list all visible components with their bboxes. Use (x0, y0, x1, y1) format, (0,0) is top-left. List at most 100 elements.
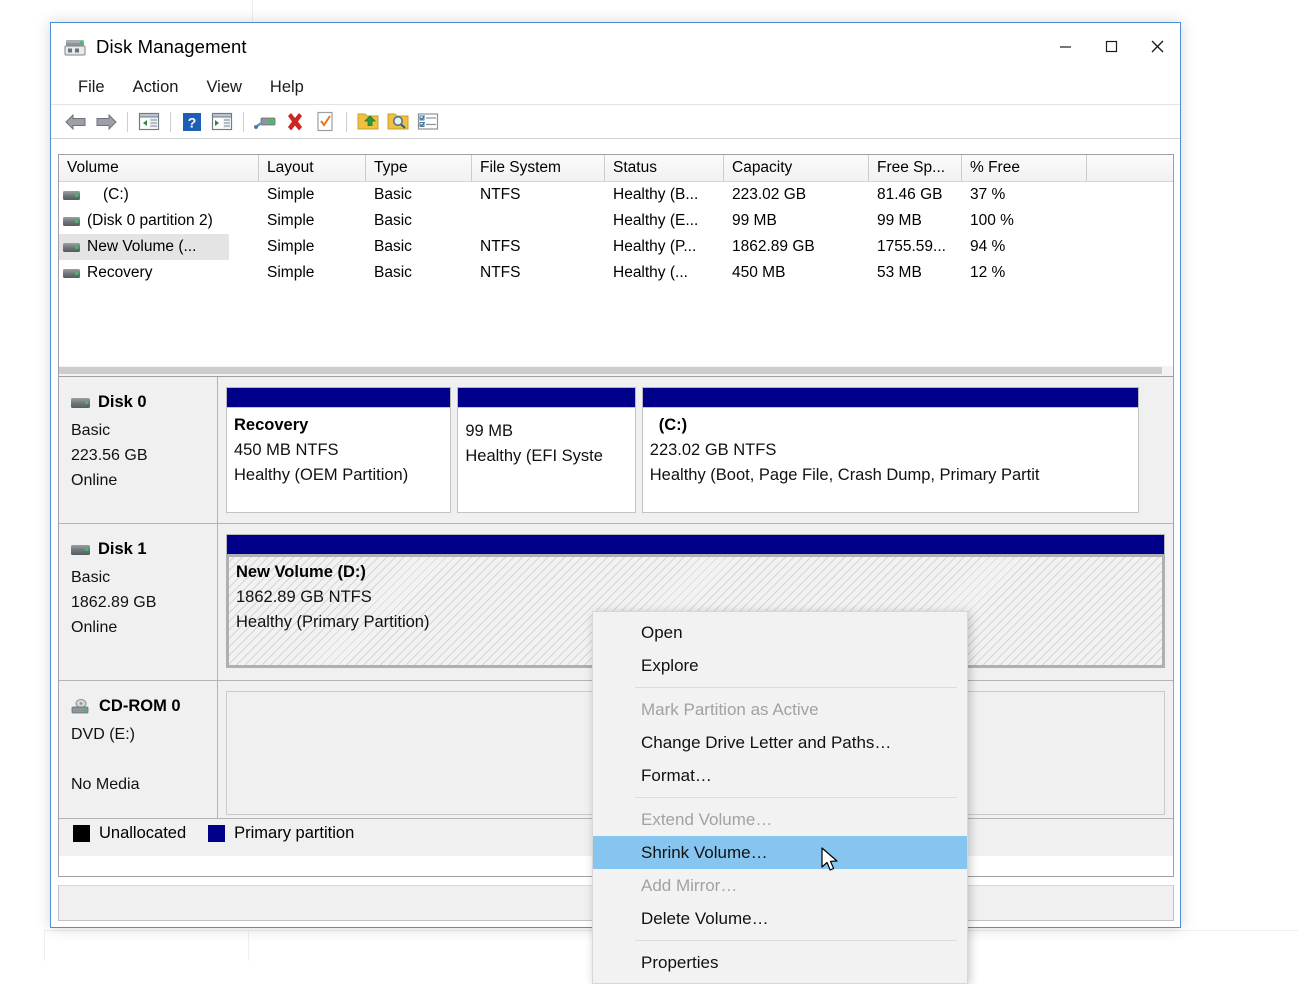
cell-volume: (C:) (59, 182, 259, 208)
cell-volume: (Disk 0 partition 2) (59, 208, 259, 234)
minimize-button[interactable] (1042, 23, 1088, 70)
window-controls (1042, 23, 1180, 70)
column-header-volume[interactable]: Volume (59, 155, 259, 181)
menu-bar: File Action View Help (51, 71, 1180, 105)
column-header-type[interactable]: Type (366, 155, 472, 181)
cell-volume-label: (Disk 0 partition 2) (87, 212, 213, 230)
column-header-free-space[interactable]: Free Sp... (869, 155, 962, 181)
menu-help[interactable]: Help (257, 76, 317, 100)
checklist-icon[interactable] (413, 109, 443, 135)
column-header-blank[interactable] (1087, 155, 1173, 181)
cell-free-space: 81.46 GB (869, 182, 962, 208)
scrollbar-thumb[interactable] (59, 367, 1162, 374)
partition-c[interactable]: (C:) 223.02 GB NTFS Healthy (Boot, Page … (642, 387, 1140, 513)
table-row[interactable]: Recovery Simple Basic NTFS Healthy (... … (59, 260, 1173, 286)
forward-arrow-icon[interactable] (91, 109, 121, 135)
drive-icon (63, 243, 80, 252)
cell-type: Basic (366, 208, 472, 234)
cell-free-space: 53 MB (869, 260, 962, 286)
disk0-size: 223.56 GB (71, 443, 217, 468)
delete-icon[interactable] (280, 109, 310, 135)
drive-icon (63, 191, 80, 200)
disk0-partitions: Recovery 450 MB NTFS Healthy (OEM Partit… (218, 377, 1173, 523)
cdrom-title: CD-ROM 0 (71, 697, 217, 716)
partition-size: 450 MB NTFS (234, 438, 443, 463)
cell-percent-free: 94 % (962, 234, 1087, 260)
drive-icon (63, 269, 80, 278)
cell-percent-free: 37 % (962, 182, 1087, 208)
back-arrow-icon[interactable] (61, 109, 91, 135)
partition-body: (C:) 223.02 GB NTFS Healthy (Boot, Page … (642, 407, 1140, 513)
menu-action[interactable]: Action (120, 76, 192, 100)
disk0-name: Disk 0 (98, 393, 147, 412)
export-list-icon[interactable] (353, 109, 383, 135)
show-hide-action-pane-icon[interactable] (207, 109, 237, 135)
context-menu-item-open[interactable]: Open (593, 616, 967, 649)
context-menu-item-add-mirror: Add Mirror… (593, 869, 967, 902)
context-menu-item-explore[interactable]: Explore (593, 649, 967, 682)
disk0-info: Disk 0 Basic 223.56 GB Online (59, 377, 218, 523)
properties-icon[interactable] (310, 109, 340, 135)
cell-file-system: NTFS (472, 182, 605, 208)
partition-capacity-bar (226, 534, 1165, 554)
toolbar-separator (346, 112, 347, 132)
partition-size: 99 MB (465, 419, 627, 444)
menu-file[interactable]: File (65, 76, 118, 100)
table-row[interactable]: (C:) Simple Basic NTFS Healthy (B... 223… (59, 182, 1173, 208)
partition-body: Recovery 450 MB NTFS Healthy (OEM Partit… (226, 407, 451, 513)
column-header-file-system[interactable]: File System (472, 155, 605, 181)
cell-spacer (229, 234, 259, 260)
disk-drive-icon (64, 37, 86, 57)
toolbar-separator (170, 112, 171, 132)
partition-efi[interactable]: 99 MB Healthy (EFI Syste (457, 387, 635, 513)
disk1-state: Online (71, 615, 217, 640)
disk1-info: Disk 1 Basic 1862.89 GB Online (59, 524, 218, 680)
table-row[interactable]: New Volume (... Simple Basic NTFS Health… (59, 234, 1173, 260)
legend-label-primary-partition: Primary partition (234, 824, 354, 843)
cell-percent-free: 100 % (962, 208, 1087, 234)
partition-capacity-bar (642, 387, 1140, 407)
column-header-layout[interactable]: Layout (259, 155, 366, 181)
table-row[interactable]: (Disk 0 partition 2) Simple Basic Health… (59, 208, 1173, 234)
volume-list-horizontal-scrollbar[interactable] (58, 366, 1174, 377)
context-menu-item-delete-volume[interactable]: Delete Volume… (593, 902, 967, 935)
disk-row-disk0[interactable]: Disk 0 Basic 223.56 GB Online Recovery 4… (59, 377, 1173, 524)
context-menu-item-change-drive-letter-and-paths[interactable]: Change Drive Letter and Paths… (593, 726, 967, 759)
cell-status: Healthy (B... (605, 182, 724, 208)
rescan-disks-icon[interactable] (250, 109, 280, 135)
column-header-percent-free[interactable]: % Free (962, 155, 1087, 181)
column-header-capacity[interactable]: Capacity (724, 155, 869, 181)
find-icon[interactable] (383, 109, 413, 135)
partition-size: 223.02 GB NTFS (650, 438, 1132, 463)
show-hide-console-tree-icon[interactable] (134, 109, 164, 135)
disk1-size: 1862.89 GB (71, 590, 217, 615)
cdrom-info: CD-ROM 0 DVD (E:) No Media (59, 681, 218, 829)
cdrom-state: No Media (71, 772, 217, 797)
cdrom-name: CD-ROM 0 (99, 697, 181, 716)
disk1-title: Disk 1 (71, 540, 217, 559)
legend-swatch-unallocated (73, 825, 90, 842)
cdrom-label: DVD (E:) (71, 722, 217, 747)
partition-status: Healthy (OEM Partition) (234, 463, 443, 488)
context-menu-item-format[interactable]: Format… (593, 759, 967, 792)
disk1-kind: Basic (71, 565, 217, 590)
maximize-button[interactable] (1088, 23, 1134, 70)
cell-file-system: NTFS (472, 260, 605, 286)
help-icon[interactable]: ? (177, 109, 207, 135)
cell-volume-label: New Volume (... (87, 238, 196, 256)
toolbar-separator (127, 112, 128, 132)
background-artifact (44, 930, 45, 961)
partition-recovery[interactable]: Recovery 450 MB NTFS Healthy (OEM Partit… (226, 387, 451, 513)
title-bar[interactable]: Disk Management (51, 23, 1180, 71)
cell-volume-label: (C:) (103, 186, 129, 204)
cell-capacity: 223.02 GB (724, 182, 869, 208)
partition-title: (C:) (650, 416, 1132, 435)
close-button[interactable] (1134, 23, 1180, 70)
menu-view[interactable]: View (193, 76, 254, 100)
cell-type: Basic (366, 182, 472, 208)
context-menu-item-shrink-volume[interactable]: Shrink Volume… (593, 836, 967, 869)
context-menu-item-properties[interactable]: Properties (593, 946, 967, 979)
column-header-status[interactable]: Status (605, 155, 724, 181)
disk0-kind: Basic (71, 418, 217, 443)
cell-status: Healthy (... (605, 260, 724, 286)
